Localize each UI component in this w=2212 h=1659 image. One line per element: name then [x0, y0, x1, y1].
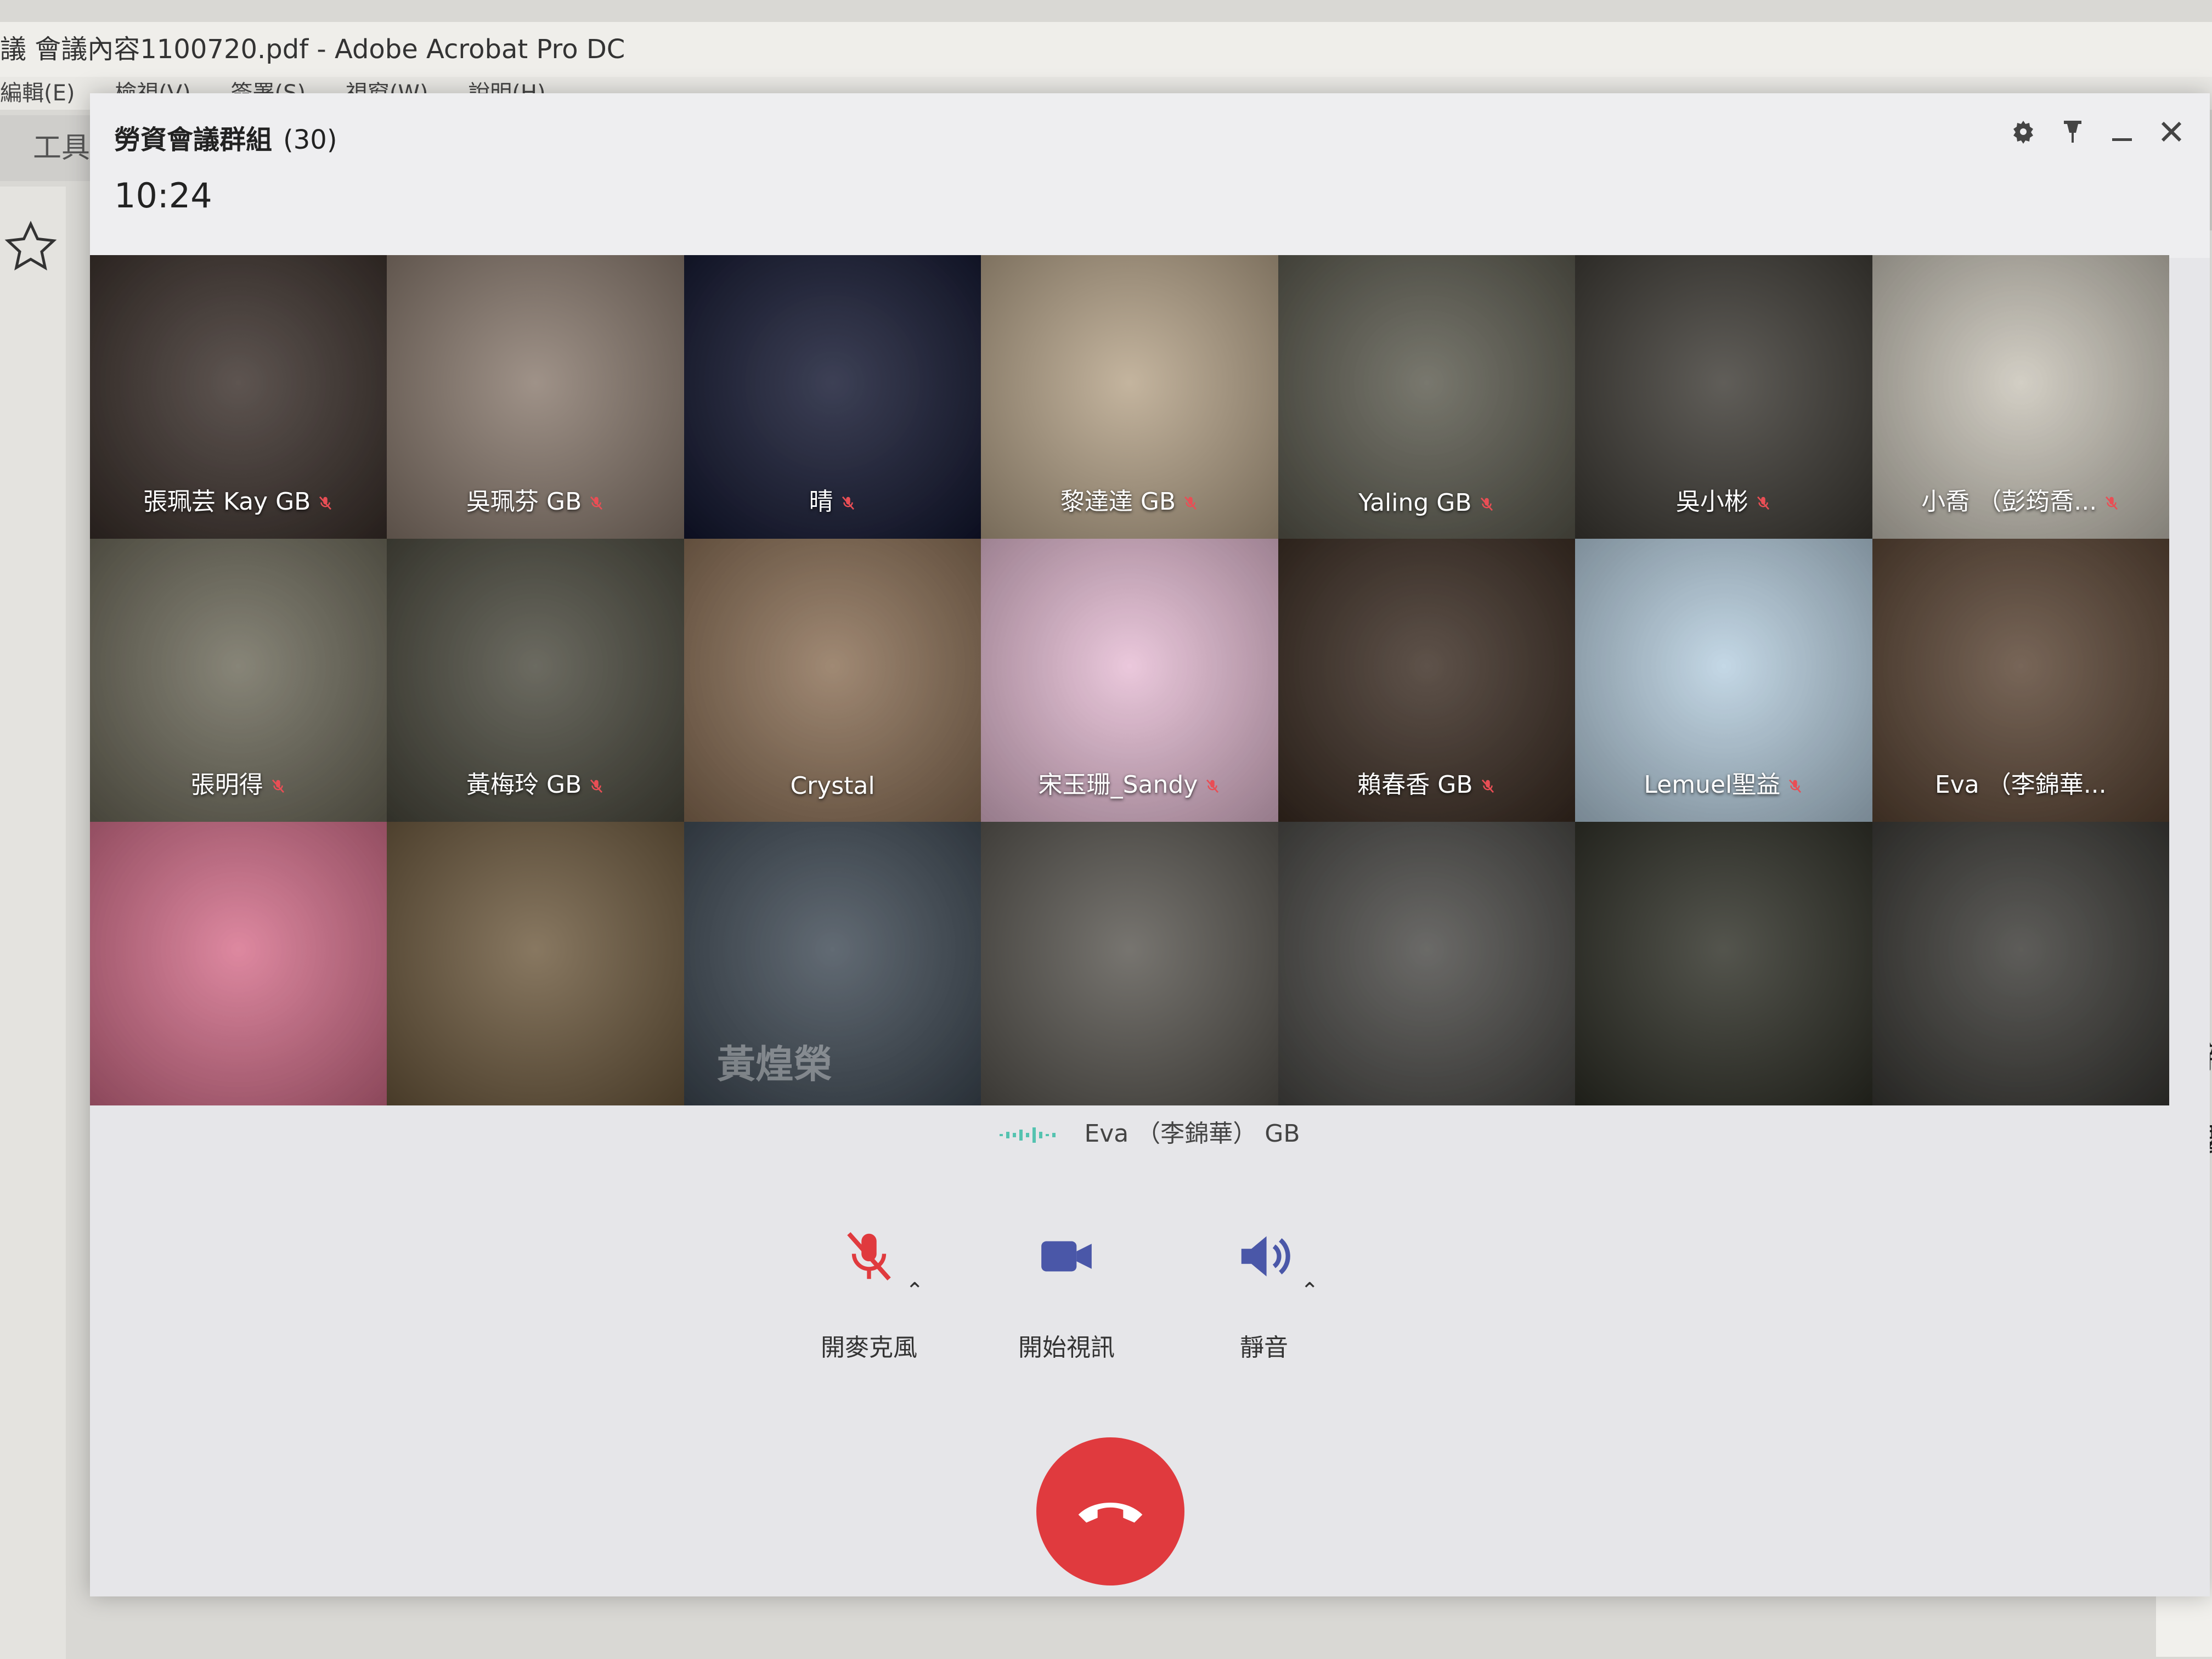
- participant-name: 黎達達 GB: [1060, 487, 1176, 516]
- minimize-icon: [2112, 138, 2132, 141]
- speaker-label: 靜音: [1240, 1334, 1288, 1362]
- acrobat-left-panel: [0, 187, 66, 1659]
- hang-up-icon: [1078, 1502, 1143, 1523]
- participant-name: Eva （李錦華...: [1934, 771, 2107, 799]
- participant-name-row: 賴春香 GB: [1278, 765, 1575, 800]
- mic-toggle-button[interactable]: ⌃ 開麥克風: [803, 1218, 935, 1363]
- hang-up-button[interactable]: [1036, 1437, 1184, 1585]
- participant-name: 晴: [809, 487, 833, 516]
- participant-name-row: 黃梅玲 GB: [387, 765, 684, 800]
- gear-icon: [2013, 121, 2033, 144]
- call-timer: 10:24: [114, 176, 212, 216]
- participant-name-row: 吳珮芬 GB: [387, 482, 684, 517]
- pin-button[interactable]: [2056, 115, 2089, 148]
- participant-tile[interactable]: 賴春香 GB: [1278, 538, 1576, 822]
- participant-name-row: 吳小彬: [1575, 482, 1872, 517]
- star-icon[interactable]: [3, 219, 58, 274]
- participant-overlay-text: 黃煌榮: [716, 1042, 832, 1087]
- participant-tile[interactable]: 吳珮芬 GB: [387, 255, 684, 539]
- participant-tile[interactable]: Eva （李錦華...: [1872, 538, 2169, 822]
- call-controls: ⌃ 開麥克風 開始視訊 ⌃ 靜音: [803, 1218, 1330, 1363]
- participant-tile[interactable]: 宋玉珊_Sandy: [981, 538, 1278, 822]
- participant-name-row: 張明得: [90, 765, 387, 800]
- participant-tile[interactable]: 張明得: [90, 538, 387, 822]
- participant-name-row: Eva （李錦華...: [1872, 765, 2169, 800]
- close-icon: [2161, 121, 2182, 142]
- participant-name-row: Crystal: [684, 772, 981, 800]
- mic-muted-icon: [842, 496, 854, 510]
- group-call-window: 勞資會議群組 (30) 10:24 張珮芸 Kay GB 吳珮芬 GB 晴 黎達達 GB…: [90, 93, 2210, 1596]
- participant-name: 張珮芸 Kay GB: [143, 487, 311, 516]
- participant-tile[interactable]: Lemuel聖益: [1575, 538, 1872, 822]
- mic-muted-icon: [1789, 780, 1802, 793]
- mic-muted-icon: [1184, 496, 1197, 510]
- participant-tile[interactable]: 黎達達 GB: [981, 255, 1278, 539]
- participant-tile[interactable]: 小喬 （彭筠喬...: [1872, 255, 2169, 539]
- mic-options-caret[interactable]: ⌃: [905, 1278, 924, 1304]
- active-speaker-name: Eva （李錦華） GB: [1084, 1120, 1300, 1148]
- settings-button[interactable]: [2007, 115, 2040, 148]
- participant-name: 張明得: [190, 771, 263, 799]
- mic-label: 開麥克風: [821, 1334, 917, 1362]
- mic-muted-icon: [1757, 496, 1769, 510]
- speaker-toggle-button[interactable]: ⌃ 靜音: [1198, 1218, 1330, 1363]
- mic-muted-icon: [590, 496, 603, 510]
- member-count: (30): [283, 125, 337, 155]
- mic-muted-icon: [319, 496, 332, 510]
- participant-name: 小喬 （彭筠喬...: [1921, 487, 2097, 516]
- participant-name-row: Yaling GB: [1278, 489, 1575, 517]
- participant-tile[interactable]: Yaling GB: [1278, 255, 1576, 539]
- participant-name: 吳小彬: [1675, 487, 1748, 516]
- participant-tile[interactable]: 黃梅玲 GB: [387, 538, 684, 822]
- mic-muted-icon: [1480, 497, 1493, 511]
- video-label: 開始視訊: [1018, 1334, 1115, 1362]
- participant-name: 黃梅玲 GB: [466, 771, 582, 799]
- active-speaker: Eva （李錦華） GB: [90, 1114, 2210, 1149]
- participant-name: 宋玉珊_Sandy: [1038, 771, 1198, 799]
- participant-tile[interactable]: 晴: [684, 255, 981, 539]
- participant-tile[interactable]: 吳小彬: [1575, 255, 1872, 539]
- participant-tile[interactable]: 張珮芸 Kay GB: [90, 255, 387, 539]
- participant-name-row: 張珮芸 Kay GB: [90, 482, 387, 517]
- speaker-options-caret[interactable]: ⌃: [1300, 1278, 1319, 1304]
- speaker-icon: [1226, 1218, 1302, 1295]
- group-name: 勞資會議群組: [114, 125, 273, 155]
- participant-name-row: 晴: [684, 482, 981, 517]
- participant-name: 吳珮芬 GB: [466, 487, 582, 516]
- group-title: 勞資會議群組 (30): [114, 118, 337, 156]
- minimize-button[interactable]: [2106, 115, 2138, 148]
- participant-name: Lemuel聖益: [1644, 771, 1781, 799]
- participant-tile[interactable]: [387, 822, 684, 1105]
- participant-tile[interactable]: [1575, 822, 1872, 1105]
- menu-edit[interactable]: 編輯(E): [0, 81, 75, 106]
- window-controls: [2007, 115, 2188, 148]
- audio-wave-icon: [1000, 1127, 1056, 1143]
- participant-tile[interactable]: [1278, 822, 1576, 1105]
- mic-muted-icon: [1206, 780, 1219, 793]
- participant-name: 賴春香 GB: [1357, 771, 1473, 799]
- close-button[interactable]: [2155, 115, 2188, 148]
- video-camera-icon: [1028, 1218, 1105, 1295]
- video-toggle-button[interactable]: 開始視訊: [1001, 1218, 1132, 1363]
- call-header: 勞資會議群組 (30) 10:24: [90, 93, 2210, 258]
- mic-muted-icon: [1481, 780, 1494, 793]
- participant-tile[interactable]: 黃煌榮: [684, 822, 981, 1105]
- participant-tile[interactable]: [981, 822, 1278, 1105]
- mic-muted-icon: [2106, 496, 2118, 510]
- participant-name-row: 宋玉珊_Sandy: [981, 765, 1278, 800]
- acrobat-title-bar: 議 會議內容1100720.pdf - Adobe Acrobat Pro DC: [0, 22, 2212, 77]
- participant-tile[interactable]: [1872, 822, 2169, 1105]
- participant-name: Yaling GB: [1358, 488, 1472, 517]
- participant-name-row: 小喬 （彭筠喬...: [1872, 482, 2169, 517]
- mic-muted-icon: [590, 780, 603, 793]
- mic-off-icon: [831, 1218, 907, 1295]
- participant-name-row: 黎達達 GB: [981, 482, 1278, 517]
- video-grid: 張珮芸 Kay GB 吳珮芬 GB 晴 黎達達 GB Yaling GB 吳小彬 小喬 （彭…: [90, 255, 2169, 1105]
- pin-icon: [2064, 121, 2081, 143]
- participant-tile[interactable]: Crystal: [684, 538, 981, 822]
- participant-name-row: Lemuel聖益: [1575, 765, 1872, 800]
- participant-name: Crystal: [790, 772, 875, 800]
- mic-muted-icon: [272, 780, 284, 793]
- participant-tile[interactable]: [90, 822, 387, 1105]
